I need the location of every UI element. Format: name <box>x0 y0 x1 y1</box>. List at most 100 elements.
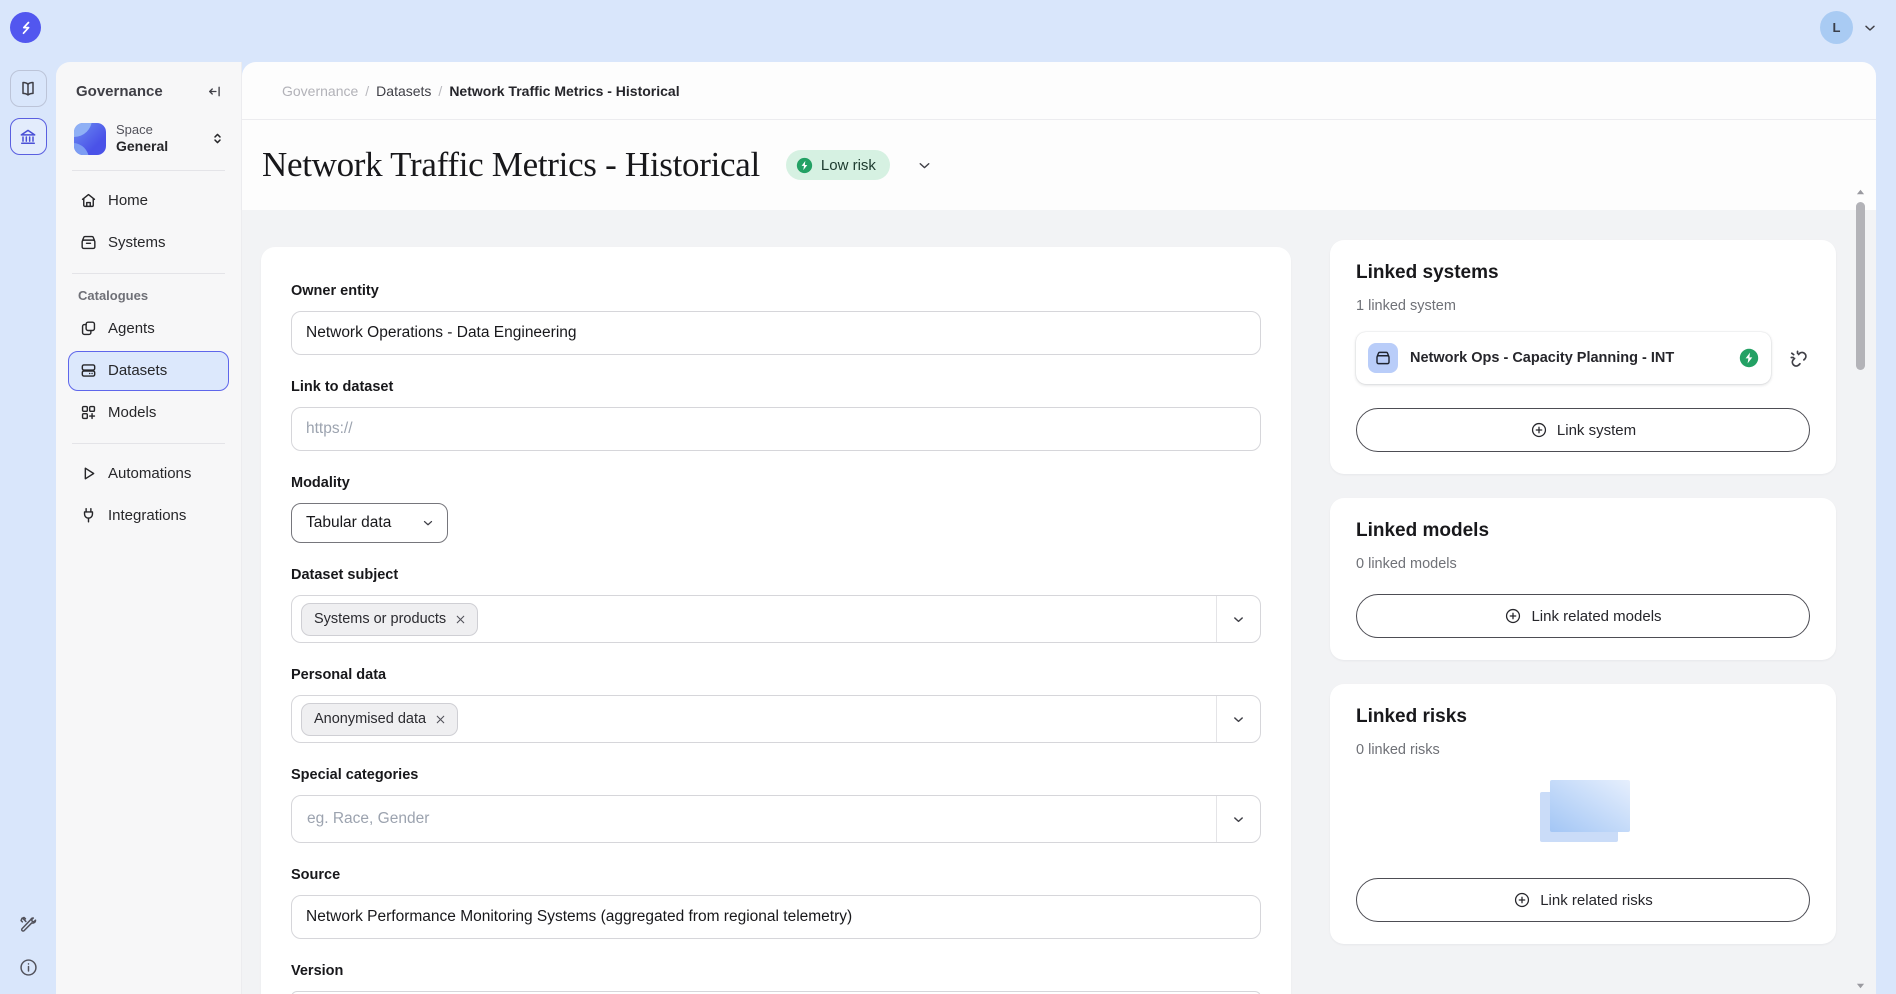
linked-risks-title: Linked risks <box>1356 706 1810 728</box>
space-switcher[interactable]: Space General <box>68 114 229 160</box>
app-logo[interactable] <box>10 12 41 43</box>
special-categories-multiselect[interactable]: eg. Race, Gender <box>291 795 1261 843</box>
sidebar-section-catalogues: Catalogues <box>78 288 229 303</box>
collapse-left-icon <box>206 83 223 100</box>
chip-label: Systems or products <box>314 611 446 627</box>
title-menu-chevron[interactable] <box>916 157 933 174</box>
plus-circle-icon <box>1513 891 1531 909</box>
scroll-up-icon[interactable] <box>1856 188 1865 197</box>
breadcrumb-datasets[interactable]: Datasets <box>376 83 431 99</box>
plus-circle-icon <box>1530 421 1548 439</box>
scroll-down-icon[interactable] <box>1856 981 1865 990</box>
breadcrumb: Governance / Datasets / Network Traffic … <box>242 62 1876 120</box>
linked-entities-column: Linked systems 1 linked system Network O… <box>1330 240 1836 944</box>
sidebar-item-automations[interactable]: Automations <box>68 454 229 494</box>
space-avatar <box>74 123 106 155</box>
chip-label: Anonymised data <box>314 711 426 727</box>
link-to-dataset-input[interactable] <box>291 407 1261 451</box>
linked-risks-count: 0 linked risks <box>1356 742 1810 758</box>
dataset-subject-label: Dataset subject <box>291 565 1261 585</box>
unlink-system-button[interactable] <box>1787 347 1810 370</box>
link-related-models-button[interactable]: Link related models <box>1356 594 1810 638</box>
chevron-down-icon <box>916 157 933 174</box>
breadcrumb-separator: / <box>365 83 369 99</box>
sidebar-item-models[interactable]: Models <box>68 393 229 433</box>
space-label: Space <box>116 122 168 138</box>
owner-entity-label: Owner entity <box>291 281 1261 301</box>
risk-badge[interactable]: Low risk <box>786 150 890 180</box>
chevrons-up-down-icon <box>210 130 225 147</box>
chip-remove-icon[interactable] <box>434 713 447 726</box>
dropdown-chevron[interactable] <box>1216 796 1260 842</box>
linked-models-card: Linked models 0 linked models Link relat… <box>1330 498 1836 660</box>
sidebar-item-label: Models <box>108 404 156 421</box>
chevron-down-icon <box>1231 712 1246 727</box>
sidebar-item-label: Automations <box>108 465 191 482</box>
sidebar-collapse-button[interactable] <box>206 83 223 100</box>
sidebar-item-home[interactable]: Home <box>68 181 229 221</box>
personal-data-label: Personal data <box>291 665 1261 685</box>
dataset-form-card: Owner entity Link to dataset Modality Ta… <box>261 247 1291 994</box>
plug-icon <box>79 506 98 525</box>
breadcrumb-current: Network Traffic Metrics - Historical <box>449 83 679 99</box>
rail-library-button[interactable] <box>10 70 47 107</box>
space-name: General <box>116 138 168 156</box>
link-to-dataset-label: Link to dataset <box>291 377 1261 397</box>
owner-entity-input[interactable] <box>291 311 1261 355</box>
link-related-risks-label: Link related risks <box>1540 892 1653 909</box>
sidebar-item-datasets[interactable]: Datasets <box>68 351 229 391</box>
dropdown-chevron[interactable] <box>1216 596 1260 642</box>
status-bolt-icon <box>1739 348 1759 368</box>
sidebar: Governance Space General Home Systems Ca… <box>56 62 242 994</box>
account-menu-chevron-icon[interactable] <box>1862 20 1878 36</box>
modality-select[interactable]: Tabular data <box>291 503 448 543</box>
bank-icon <box>18 127 38 147</box>
linked-systems-title: Linked systems <box>1356 262 1810 284</box>
multiselect-placeholder: eg. Race, Gender <box>301 810 1216 828</box>
link-system-label: Link system <box>1557 422 1636 439</box>
dropdown-chevron[interactable] <box>1216 696 1260 742</box>
sidebar-item-integrations[interactable]: Integrations <box>68 496 229 536</box>
version-label: Version <box>291 961 1261 981</box>
sidebar-item-agents[interactable]: Agents <box>68 309 229 349</box>
book-icon <box>18 79 38 99</box>
plus-circle-icon <box>1504 607 1522 625</box>
chip-remove-icon[interactable] <box>454 613 467 626</box>
risk-badge-label: Low risk <box>821 157 876 174</box>
modality-label: Modality <box>291 473 1261 493</box>
linked-system-row[interactable]: Network Ops - Capacity Planning - INT <box>1356 332 1771 384</box>
tools-icon[interactable] <box>18 914 39 935</box>
modality-value: Tabular data <box>306 514 391 532</box>
vertical-scrollbar[interactable] <box>1855 188 1866 990</box>
chevron-down-icon <box>421 516 435 530</box>
personal-data-multiselect[interactable]: Anonymised data <box>291 695 1261 743</box>
page-header: Network Traffic Metrics - Historical Low… <box>242 120 1876 210</box>
source-label: Source <box>291 865 1261 885</box>
play-icon <box>79 464 98 483</box>
sidebar-item-systems[interactable]: Systems <box>68 223 229 263</box>
copy-icon <box>79 319 98 338</box>
linked-systems-card: Linked systems 1 linked system Network O… <box>1330 240 1836 474</box>
rail-governance-button[interactable] <box>10 118 47 155</box>
dataset-subject-chip: Systems or products <box>301 603 478 636</box>
home-icon <box>79 191 98 210</box>
special-categories-label: Special categories <box>291 765 1261 785</box>
sidebar-item-label: Integrations <box>108 507 186 524</box>
linked-models-title: Linked models <box>1356 520 1810 542</box>
risk-bolt-icon <box>796 157 813 174</box>
link-system-button[interactable]: Link system <box>1356 408 1810 452</box>
sidebar-item-label: Agents <box>108 320 155 337</box>
scrollbar-thumb[interactable] <box>1856 202 1865 370</box>
chevron-down-icon <box>1231 812 1246 827</box>
sidebar-item-label: Datasets <box>108 362 167 379</box>
link-related-risks-button[interactable]: Link related risks <box>1356 878 1810 922</box>
linked-models-count: 0 linked models <box>1356 556 1810 572</box>
breadcrumb-governance[interactable]: Governance <box>282 83 358 99</box>
info-icon[interactable] <box>18 957 39 978</box>
sidebar-divider <box>72 170 225 171</box>
user-avatar[interactable]: L <box>1820 11 1853 44</box>
top-bar: L <box>0 0 1896 62</box>
dataset-subject-multiselect[interactable]: Systems or products <box>291 595 1261 643</box>
link-related-models-label: Link related models <box>1531 608 1661 625</box>
source-input[interactable] <box>291 895 1261 939</box>
